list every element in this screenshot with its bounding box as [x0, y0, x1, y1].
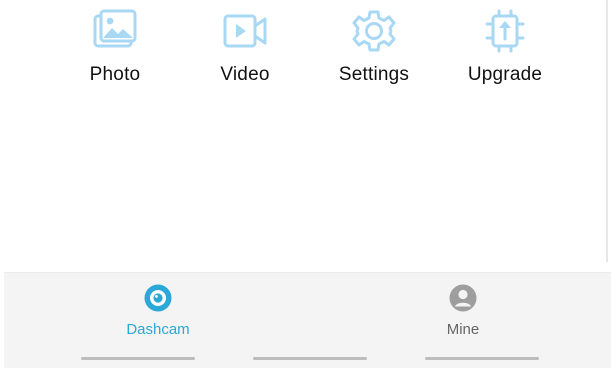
user-icon	[449, 284, 477, 312]
photo-button[interactable]: Photo	[55, 8, 175, 98]
gear-icon	[352, 10, 396, 52]
gesture-bar	[425, 357, 539, 360]
upgrade-chip-icon	[485, 9, 525, 53]
settings-button[interactable]: Settings	[314, 8, 434, 98]
settings-label: Settings	[338, 64, 410, 85]
upgrade-button[interactable]: Upgrade	[445, 8, 565, 98]
video-label: Video	[220, 64, 270, 85]
tab-mine[interactable]: Mine	[363, 283, 563, 343]
dashcam-icon	[144, 284, 172, 312]
photo-icon	[93, 9, 137, 48]
bottom-navigation: Dashcam Mine	[4, 272, 611, 368]
photo-label: Photo	[89, 64, 141, 85]
gesture-bar	[81, 357, 195, 360]
function-grid: Photo Video Settings Upgrade	[0, 0, 611, 110]
app-screen: Photo Video Settings Upgrade Dashcam Min…	[0, 0, 611, 368]
tab-dashcam[interactable]: Dashcam	[58, 283, 258, 343]
video-button[interactable]: Video	[185, 8, 305, 98]
tab-dashcam-label: Dashcam	[126, 321, 190, 338]
gesture-bar	[253, 357, 367, 360]
video-icon	[223, 14, 267, 48]
tab-mine-label: Mine	[446, 321, 480, 338]
upgrade-label: Upgrade	[467, 64, 543, 85]
